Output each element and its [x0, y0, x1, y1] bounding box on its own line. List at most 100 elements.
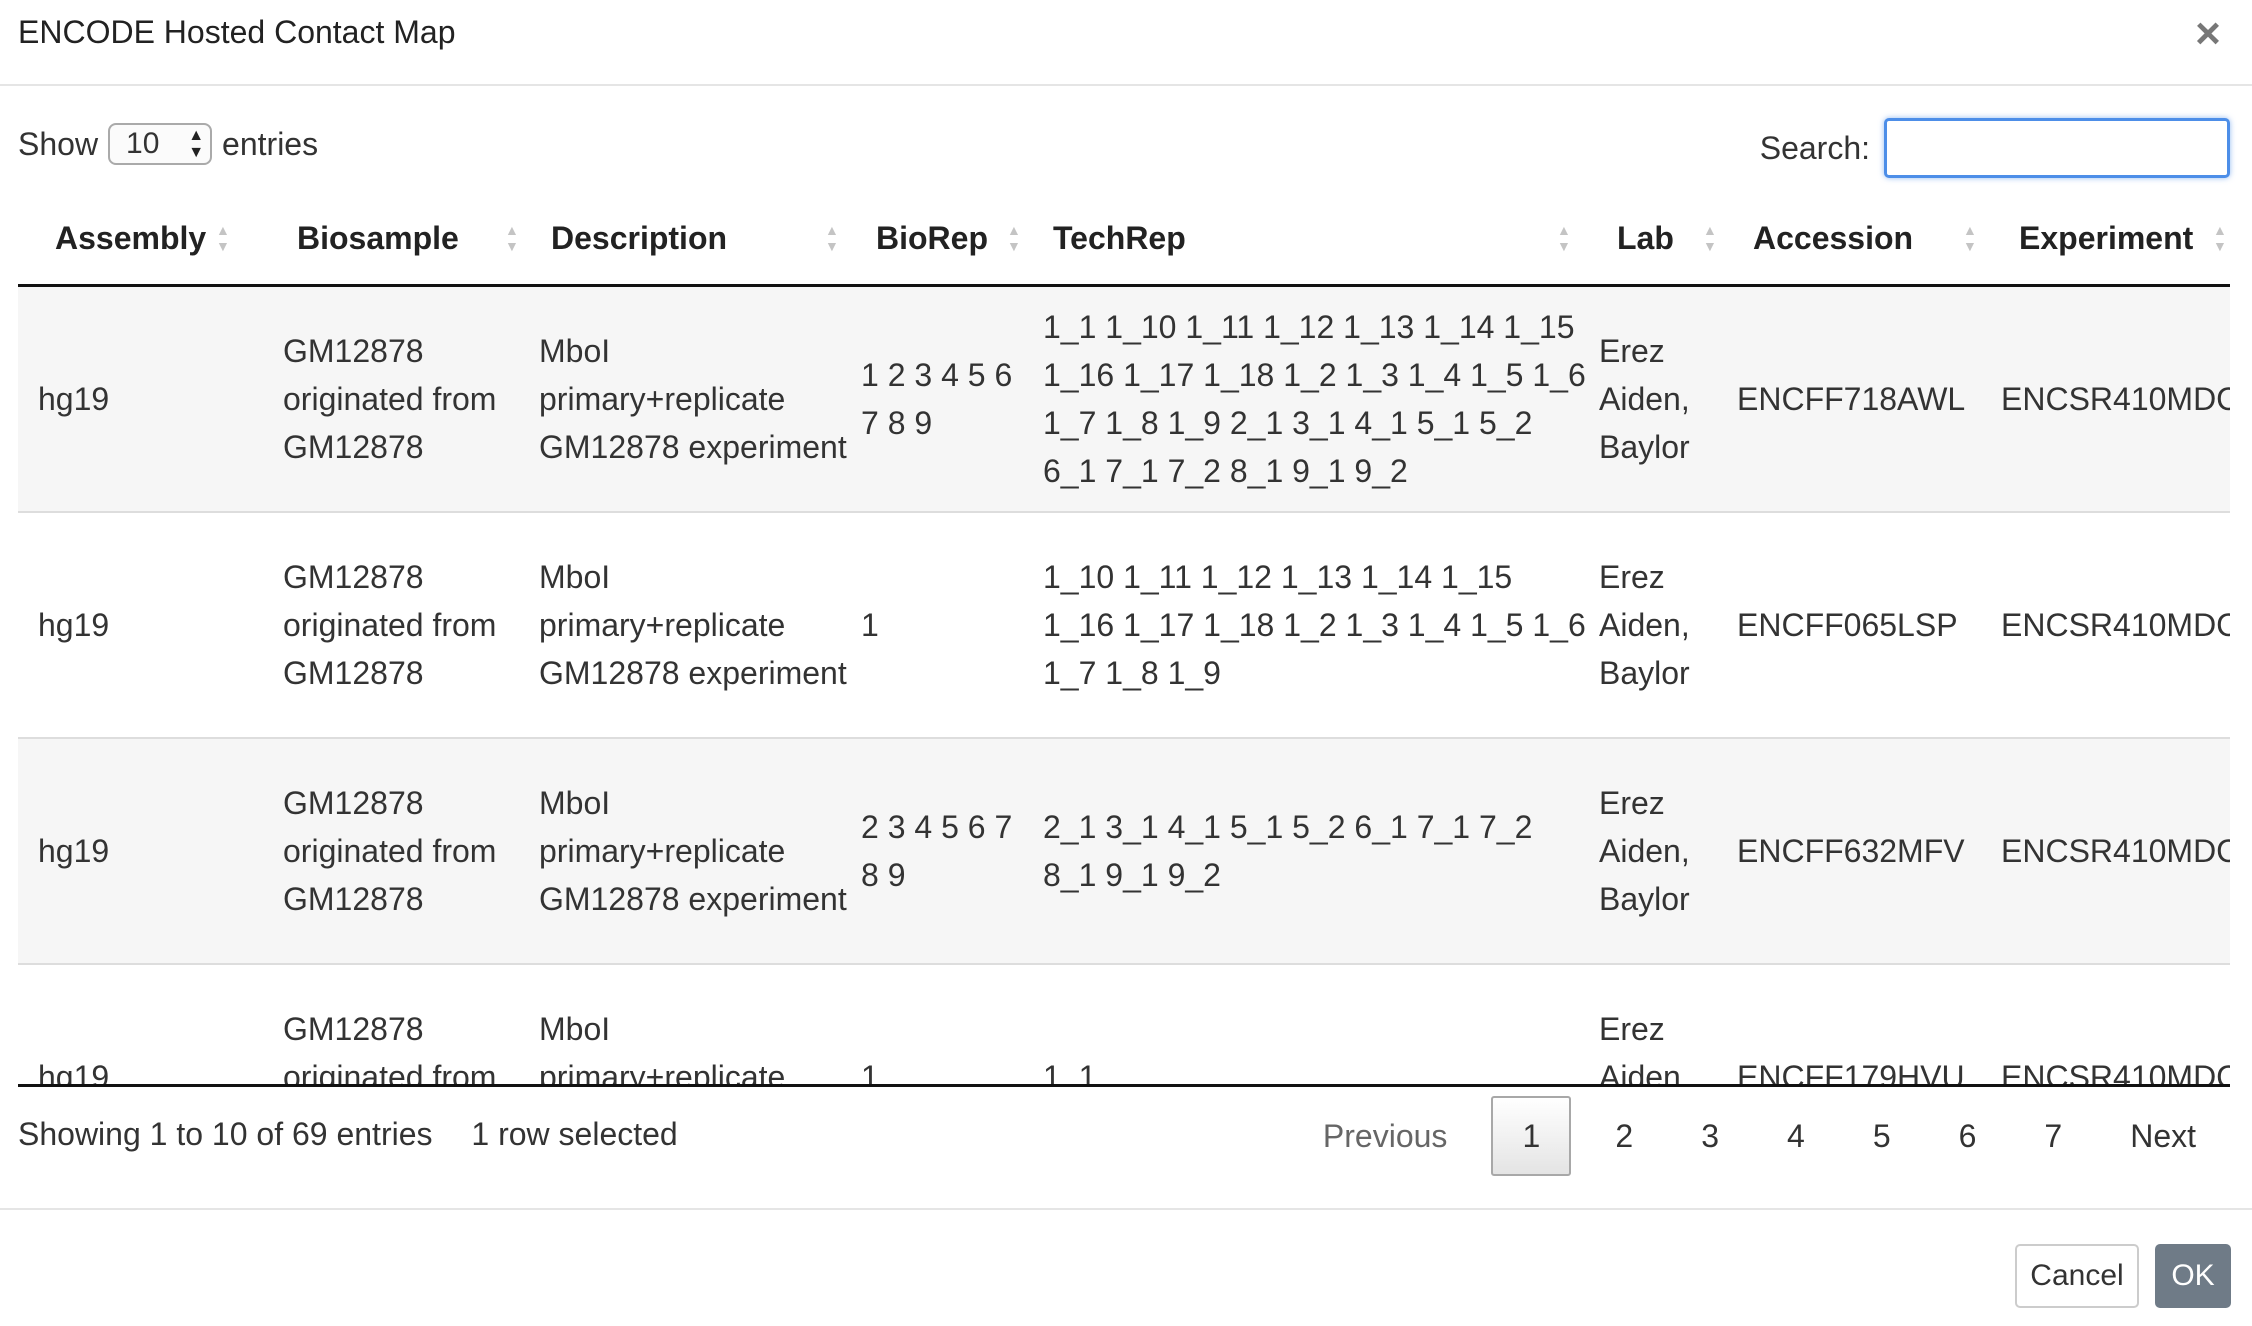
cell-text: 1 2 3 4 5 6 7 8 9: [861, 356, 1013, 441]
cell-description: MboI primary+replicate GM12878 experimen…: [539, 285, 861, 513]
column-header-accession[interactable]: Accession ▲ ▼: [1737, 200, 2001, 287]
column-label: Accession: [1753, 220, 1914, 256]
cell-lab: Erez Aiden, Baylor: [1599, 285, 1737, 513]
column-header-techrep[interactable]: TechRep ▲ ▼: [1043, 200, 1599, 287]
table-bottom-border: [18, 1084, 2230, 1087]
cell-lab: Erez Aiden, Baylor: [1599, 511, 1737, 739]
cell-text: 1_10 1_11 1_12 1_13 1_14 1_15 1_16 1_17 …: [1043, 558, 1586, 691]
search-input[interactable]: [1884, 118, 2230, 178]
sort-icon: ▲ ▼: [2213, 222, 2227, 254]
page-button-3[interactable]: 3: [1667, 1096, 1753, 1176]
entries-length-control: Show 10 ▲ ▼ entries: [18, 120, 318, 168]
cell-biorep: 1 2 3 4 5 6 7 8 9: [861, 285, 1043, 513]
sort-icon: ▲ ▼: [825, 222, 839, 254]
column-header-assembly[interactable]: Assembly ▲ ▼: [18, 200, 283, 287]
cell-text: GM12878 originated from GM12878: [283, 1010, 497, 1087]
search-label: Search:: [1759, 129, 1870, 166]
page-button-5[interactable]: 5: [1839, 1096, 1925, 1176]
cell-text: 1: [861, 1058, 879, 1087]
column-label: TechRep: [1053, 220, 1186, 256]
cell-accession: ENCFF632MFV: [1737, 737, 2001, 965]
cell-text: 1: [861, 606, 879, 643]
page-button-2[interactable]: 2: [1581, 1096, 1667, 1176]
cell-accession: ENCFF718AWL: [1737, 285, 2001, 513]
entries-info: Showing 1 to 10 of 69 entries: [18, 1116, 433, 1152]
cell-assembly: hg19: [18, 963, 283, 1086]
column-label: Experiment: [2019, 220, 2194, 256]
modal-title: ENCODE Hosted Contact Map: [18, 14, 456, 50]
column-header-experiment[interactable]: Experiment ▲ ▼: [2001, 200, 2230, 287]
page-button-6[interactable]: 6: [1925, 1096, 2011, 1176]
cell-text: MboI primary+replicate GM12878 experimen…: [539, 784, 847, 917]
cell-text: 2 3 4 5 6 7 8 9: [861, 808, 1013, 893]
cell-biorep: 1: [861, 963, 1043, 1087]
cell-text: 2_1 3_1 4_1 5_1 5_2 6_1 7_1 7_2 8_1 9_1 …: [1043, 808, 1533, 893]
sort-icon: ▲ ▼: [1963, 222, 1977, 254]
table-row[interactable]: hg19 GM12878 originated from GM12878 Mbo…: [18, 963, 2230, 1087]
sort-icon: ▲ ▼: [505, 222, 519, 254]
table-row[interactable]: hg19 GM12878 originated from GM12878 Mbo…: [18, 737, 2230, 965]
modal-footer-divider: [0, 1208, 2252, 1210]
pagination: Previous 1 2 3 4 5 6 7 Next: [1289, 1094, 2230, 1178]
page-button-1[interactable]: 1: [1491, 1096, 1572, 1176]
entries-select[interactable]: 10 ▲ ▼: [108, 123, 213, 165]
column-label: BioRep: [876, 220, 988, 256]
cell-biosample: GM12878 originated from GM12878: [283, 963, 539, 1087]
cell-techrep: 1_1: [1043, 963, 1599, 1087]
cell-experiment: ENCSR410MDC: [2001, 963, 2230, 1086]
results-table-container[interactable]: Assembly ▲ ▼ Biosample ▲ ▼ Description ▲ ▼ …: [18, 200, 2230, 1086]
cancel-button[interactable]: Cancel: [2015, 1244, 2139, 1308]
cell-biosample: GM12878 originated from GM12878: [283, 285, 539, 513]
cell-experiment: ENCSR410MDC: [2001, 285, 2230, 513]
sort-icon: ▲ ▼: [216, 222, 230, 254]
cell-accession: ENCFF065LSP: [1737, 511, 2001, 739]
cell-accession: ENCFF179HVU: [1737, 963, 2001, 1086]
cell-text: 1_1 1_10 1_11 1_12 1_13 1_14 1_15 1_16 1…: [1043, 308, 1586, 489]
cell-techrep: 2_1 3_1 4_1 5_1 5_2 6_1 7_1 7_2 8_1 9_1 …: [1043, 737, 1599, 965]
cell-text: MboI primary+replicate GM12878 experimen…: [539, 558, 847, 691]
cell-text: MboI primary+replicate GM12878 experimen…: [539, 332, 847, 465]
table-row[interactable]: hg19 GM12878 originated from GM12878 Mbo…: [18, 511, 2230, 739]
cell-biosample: GM12878 originated from GM12878: [283, 511, 539, 739]
column-header-lab[interactable]: Lab ▲ ▼: [1599, 200, 1737, 287]
column-label: Description: [551, 220, 728, 256]
cell-text: Erez Aiden, Baylor: [1599, 558, 1690, 691]
column-label: Lab: [1617, 220, 1674, 256]
cell-techrep: 1_1 1_10 1_11 1_12 1_13 1_14 1_15 1_16 1…: [1043, 285, 1599, 513]
previous-page-button[interactable]: Previous: [1289, 1096, 1482, 1176]
sort-icon: ▲ ▼: [1703, 222, 1717, 254]
cell-techrep: 1_10 1_11 1_12 1_13 1_14 1_15 1_16 1_17 …: [1043, 511, 1599, 739]
cell-text: 1_1: [1043, 1058, 1097, 1087]
column-header-description[interactable]: Description ▲ ▼: [539, 200, 861, 287]
cell-text: MboI primary+replicate GM12878 experimen…: [539, 1010, 786, 1087]
sort-icon: ▲ ▼: [1007, 222, 1021, 254]
cell-description: MboI primary+replicate GM12878 experimen…: [539, 737, 861, 965]
sort-icon: ▲ ▼: [1557, 222, 1571, 254]
cell-lab: Erez Aiden, Baylor: [1599, 737, 1737, 965]
cell-text: GM12878 originated from GM12878: [283, 558, 497, 691]
entries-select-value: 10: [126, 127, 160, 160]
entries-label: entries: [222, 125, 319, 162]
cell-description: MboI primary+replicate GM12878 experimen…: [539, 963, 861, 1087]
cell-text: Erez Aiden, Baylor: [1599, 332, 1690, 465]
cell-lab: Erez Aiden, Baylor: [1599, 963, 1737, 1086]
select-arrows-icon: ▲ ▼: [188, 127, 205, 161]
page-button-7[interactable]: 7: [2010, 1096, 2096, 1176]
close-icon[interactable]: ×: [2188, 12, 2228, 56]
next-page-button[interactable]: Next: [2096, 1096, 2230, 1176]
cell-experiment: ENCSR410MDC: [2001, 511, 2230, 739]
column-label: Biosample: [297, 220, 459, 256]
column-header-biorep[interactable]: BioRep ▲ ▼: [861, 200, 1043, 287]
cell-assembly: hg19: [18, 511, 283, 739]
modal-header: ENCODE Hosted Contact Map ×: [0, 0, 2252, 86]
selection-info: 1 row selected: [471, 1116, 678, 1152]
search-control: Search:: [1760, 118, 2230, 178]
cell-biorep: 1: [861, 511, 1043, 739]
page-button-4[interactable]: 4: [1753, 1096, 1839, 1176]
column-header-biosample[interactable]: Biosample ▲ ▼: [283, 200, 539, 287]
show-label: Show: [18, 125, 99, 162]
cell-text: GM12878 originated from GM12878: [283, 332, 497, 465]
table-row[interactable]: hg19 GM12878 originated from GM12878 Mbo…: [18, 285, 2230, 513]
ok-button[interactable]: OK: [2155, 1244, 2231, 1308]
results-table: Assembly ▲ ▼ Biosample ▲ ▼ Description ▲ ▼ …: [18, 200, 2230, 1086]
